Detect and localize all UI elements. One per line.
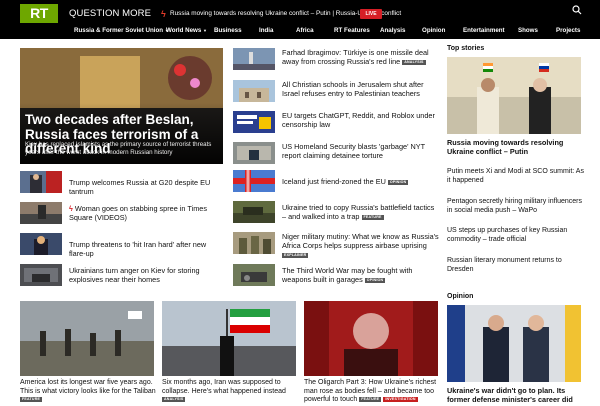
middle-news-item-8[interactable]: The Third World War may be fought with w… <box>282 266 440 284</box>
news-thumbnail[interactable] <box>233 48 275 70</box>
bottom-card-1[interactable]: America lost its longest war five years … <box>20 379 160 405</box>
breaking-flash-icon: ϟ <box>161 9 166 19</box>
rt-logo[interactable]: RT <box>20 4 58 23</box>
news-thumbnail[interactable] <box>233 170 275 192</box>
nav-shows[interactable]: Shows <box>518 27 538 34</box>
top-story-item-3[interactable]: US steps up purchases of key Russian com… <box>447 226 587 244</box>
bottom-card-2[interactable]: Six months ago, Iran was supposed to col… <box>162 379 302 405</box>
card-image[interactable] <box>20 301 154 376</box>
nav-business[interactable]: Business <box>214 27 242 34</box>
news-thumbnail[interactable] <box>233 142 275 164</box>
opinion-badge: OPINION <box>364 278 386 283</box>
news-thumbnail[interactable] <box>20 171 62 193</box>
feature-badge: FEATURE <box>359 397 382 402</box>
top-story-item-1[interactable]: Putin meets Xi and Modi at SCO summit: A… <box>447 167 587 185</box>
search-icon[interactable] <box>572 5 582 15</box>
nav-india[interactable]: India <box>259 27 273 34</box>
news-thumbnail[interactable] <box>20 233 62 255</box>
left-news-item-4[interactable]: Ukrainians turn anger on Kiev for storin… <box>69 266 224 284</box>
opinion-badge: OPINION <box>387 180 409 185</box>
analysis-badge: ANALYSIS <box>402 60 426 65</box>
news-thumbnail[interactable] <box>20 202 62 224</box>
nav-analysis[interactable]: Analysis <box>380 27 405 34</box>
opinion-lead[interactable]: Ukraine's war didn't go to plan. Its for… <box>447 386 587 404</box>
investigation-badge: INVESTIGATION <box>383 397 418 402</box>
main-navigation: Russia & Former Soviet Union ▼ World New… <box>0 25 600 39</box>
middle-news-item-1[interactable]: Farhad Ibragimov: Türkiye is one missile… <box>282 48 440 66</box>
left-news-item-3[interactable]: Trump threatens to 'hit Iran hard' after… <box>69 240 219 258</box>
nav-russia[interactable]: Russia & Former Soviet Union ▼ <box>74 27 169 34</box>
nav-projects[interactable]: Projects <box>556 27 580 34</box>
middle-news-item-5[interactable]: Iceland just friend-zoned the EU OPINION <box>282 177 440 186</box>
nav-africa[interactable]: Africa <box>296 27 314 34</box>
nav-entertainment[interactable]: Entertainment <box>463 27 505 34</box>
slogan: QUESTION MORE <box>69 8 152 19</box>
feature-badge: FEATURE <box>20 397 43 402</box>
hero-subtitle: Kiev has replaced Islamists as the prima… <box>25 141 212 156</box>
middle-news-item-6[interactable]: Ukraine tried to copy Russia's battlefie… <box>282 203 440 221</box>
news-thumbnail[interactable] <box>20 264 62 286</box>
news-thumbnail[interactable] <box>233 264 275 286</box>
middle-news-item-3[interactable]: EU targets ChatGPT, Reddit, and Roblox u… <box>282 111 440 129</box>
news-thumbnail[interactable] <box>233 80 275 102</box>
middle-news-item-7[interactable]: Niger military mutiny: What we know as R… <box>282 232 440 259</box>
top-bar: RT QUESTION MORE ϟ Russia moving towards… <box>0 0 600 25</box>
analysis-badge: ANALYSIS <box>162 397 186 402</box>
middle-news-item-4[interactable]: US Homeland Security blasts 'garbage' NY… <box>282 142 440 160</box>
news-thumbnail[interactable] <box>233 111 275 133</box>
feature-badge: FEATURE <box>361 215 384 220</box>
nav-rt-features[interactable]: RT Features <box>334 27 370 34</box>
news-thumbnail[interactable] <box>233 201 275 223</box>
nav-world-news[interactable]: World News ▼ <box>166 27 207 34</box>
opinion-title[interactable]: Opinion <box>447 293 473 300</box>
top-story-image[interactable] <box>447 57 581 134</box>
top-story-lead[interactable]: Russia moving towards resolving Ukraine … <box>447 138 587 156</box>
card-image[interactable] <box>162 301 296 376</box>
left-news-item-1[interactable]: Trump welcomes Russia at G20 despite EU … <box>69 178 219 196</box>
news-thumbnail[interactable] <box>233 232 275 254</box>
opinion-image[interactable] <box>447 305 581 382</box>
bottom-card-3[interactable]: The Oligarch Part 3: How Ukraine's riche… <box>304 379 444 405</box>
left-news-item-2[interactable]: ϟ Woman goes on stabbing spree in Times … <box>69 204 219 222</box>
top-story-item-4[interactable]: Russian literary monument returns to Dre… <box>447 256 587 274</box>
chevron-down-icon: ▼ <box>203 28 208 33</box>
top-story-item-2[interactable]: Pentagon secretly hiring military influe… <box>447 197 587 215</box>
nav-opinion[interactable]: Opinion <box>422 27 445 34</box>
card-image[interactable] <box>304 301 438 376</box>
top-stories-title[interactable]: Top stories <box>447 45 484 52</box>
live-button[interactable]: LIVE <box>360 9 382 19</box>
explainer-badge: EXPLAINER <box>282 253 309 258</box>
middle-news-item-2[interactable]: All Christian schools in Jerusalem shut … <box>282 80 440 98</box>
